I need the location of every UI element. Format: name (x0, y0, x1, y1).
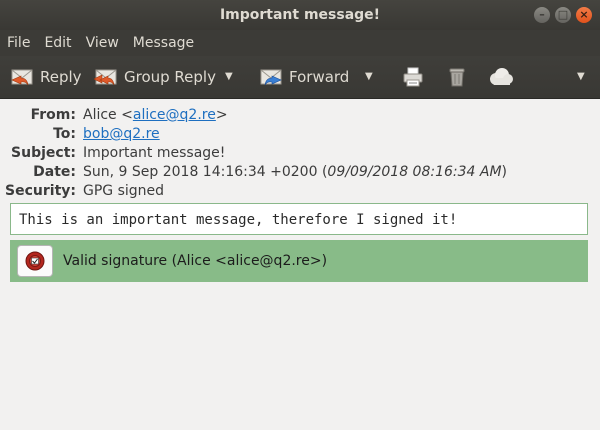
title-bar: Important message! – □ × (0, 0, 600, 30)
overflow-dropdown-icon[interactable]: ▼ (577, 71, 585, 82)
menu-view[interactable]: View (79, 35, 126, 51)
seal-icon-graphic (25, 251, 45, 271)
window-controls: – □ × (534, 7, 592, 23)
menu-bar: File Edit View Message (0, 30, 600, 56)
group-reply-label: Group Reply (124, 68, 216, 86)
from-email-link[interactable]: alice@q2.re (133, 107, 216, 123)
forward-button[interactable]: Forward (259, 56, 349, 98)
reply-icon (11, 69, 33, 86)
group-reply-button[interactable]: Group Reply (94, 56, 216, 98)
print-button[interactable] (402, 56, 424, 98)
from-label: From: (30, 107, 76, 123)
date-label: Date: (33, 164, 76, 180)
forward-label: Forward (289, 68, 350, 86)
group-reply-dropdown-icon[interactable]: ▼ (225, 71, 233, 82)
menu-message[interactable]: Message (126, 35, 201, 51)
from-name: Alice < (83, 107, 133, 123)
from-row: From: Alice <alice@q2.re> (0, 106, 600, 125)
security-label: Security: (5, 183, 76, 199)
cloud-icon (490, 68, 513, 85)
date-text: Sun, 9 Sep 2018 14:16:34 +0200 ( (83, 164, 328, 180)
window-title: Important message! (219, 7, 381, 23)
maximize-icon[interactable]: □ (555, 7, 571, 23)
to-value: bob@q2.re (83, 125, 160, 144)
cloud-button[interactable] (487, 56, 515, 98)
date-local: 09/09/2018 08:16:34 AM (327, 164, 502, 180)
to-label: To: (53, 126, 76, 142)
menu-file[interactable]: File (0, 35, 37, 51)
group-reply-icon (94, 69, 117, 86)
date-value: Sun, 9 Sep 2018 14:16:34 +0200 (09/09/20… (83, 163, 507, 182)
forward-dropdown-icon[interactable]: ▼ (365, 71, 373, 82)
reply-label: Reply (40, 68, 82, 86)
date-close: ) (501, 164, 507, 180)
signature-status: Valid signature (Alice <alice@q2.re>) (63, 253, 328, 269)
to-email-link[interactable]: bob@q2.re (83, 126, 160, 142)
from-close: > (215, 107, 228, 123)
minimize-icon[interactable]: – (534, 7, 550, 23)
toolbar: Reply Group Reply ▼ Forward ▼ ▼ (0, 56, 600, 99)
reply-button[interactable]: Reply (10, 56, 82, 98)
forward-icon (260, 69, 282, 86)
security-value: GPG signed (83, 183, 165, 199)
from-value: Alice <alice@q2.re> (83, 106, 228, 125)
date-row: Date: Sun, 9 Sep 2018 14:16:34 +0200 (09… (0, 163, 600, 182)
security-row: Security: GPG signed (0, 182, 600, 201)
message-body[interactable]: This is an important message, therefore … (10, 203, 588, 235)
printer-icon (403, 67, 423, 87)
signature-bar: Valid signature (Alice <alice@q2.re>) (10, 240, 588, 282)
menu-edit[interactable]: Edit (37, 35, 78, 51)
to-row: To: bob@q2.re (0, 125, 600, 144)
seal-icon (17, 245, 53, 277)
delete-button[interactable] (446, 56, 468, 98)
subject-row: Subject: Important message! (0, 144, 600, 163)
trash-icon (449, 68, 465, 87)
subject-label: Subject: (11, 145, 76, 161)
subject-value: Important message! (83, 145, 226, 161)
close-icon[interactable]: × (576, 7, 592, 23)
